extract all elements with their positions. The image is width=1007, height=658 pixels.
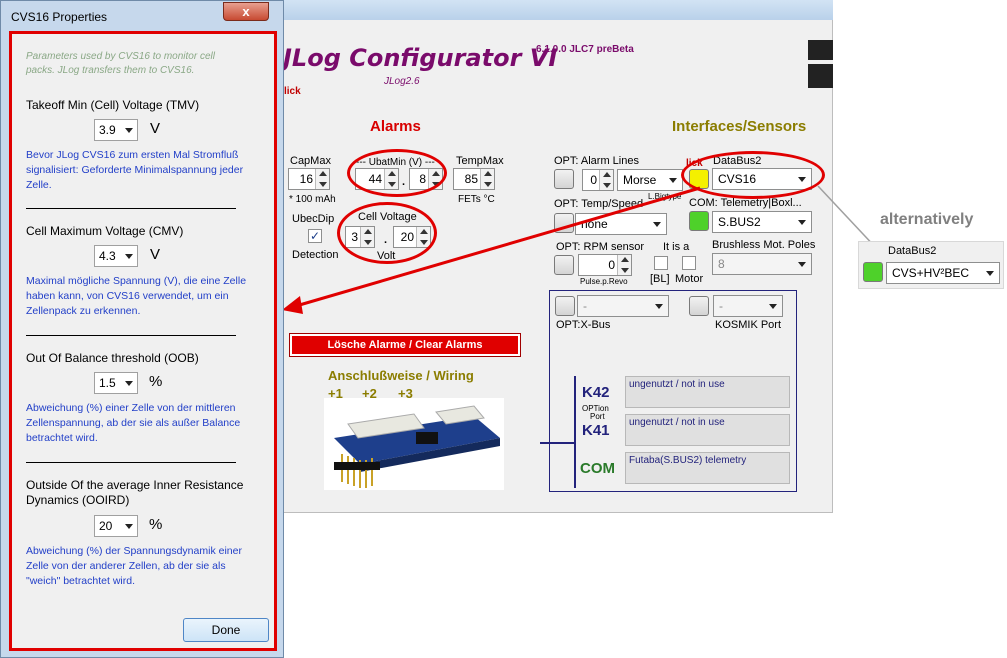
alternative-databus-button[interactable] [863,262,883,282]
oob-description: Abweichung (%) einer Zelle von der mittl… [26,402,241,444]
dialog-panel: Parameters used by CVS16 to monitor cell… [9,31,277,651]
separator [26,335,236,336]
ooird-description: Abweichung (%) der Spannungsdynamik eine… [26,545,242,587]
dialog-title: CVS16 Properties [11,10,108,24]
close-button[interactable]: x [223,2,269,21]
tmv-unit: V [150,120,161,137]
ooird-select[interactable]: 20 [94,515,138,537]
dialog-intro: Parameters used by CVS16 to monitor cell… [26,51,215,76]
cvs16-properties-dialog: CVS16 Properties x Parameters used by CV… [0,0,284,658]
chevron-down-icon [121,246,137,266]
ooird-heading: Outside Of the average Inner Resistance … [26,478,244,507]
done-button[interactable]: Done [183,618,269,642]
cmv-select[interactable]: 4.3 [94,245,138,267]
oob-select[interactable]: 1.5 [94,372,138,394]
tmv-description: Bevor JLog CVS16 zum ersten Mal Stromflu… [26,149,244,191]
separator [26,462,236,463]
chevron-down-icon [121,373,137,393]
chevron-down-icon [981,263,999,283]
tmv-select[interactable]: 3.9 [94,119,138,141]
alternative-databus-label: DataBus2 [888,245,937,257]
chevron-down-icon [121,120,137,140]
cmv-description: Maximal mögliche Spannung (V), die eine … [26,275,247,317]
alternatively-label: alternatively [880,211,974,228]
oob-unit: % [149,373,163,390]
cmv-unit: V [150,246,161,263]
chevron-down-icon [121,516,137,536]
tmv-heading: Takeoff Min (Cell) Voltage (TMV) [26,98,200,112]
separator [26,208,236,209]
cmv-heading: Cell Maximum Voltage (CMV) [26,224,184,238]
oob-heading: Out Of Balance threshold (OOB) [26,351,199,365]
alternative-databus-select[interactable]: CVS+HV²BEC [886,262,1000,284]
ooird-unit: % [149,516,163,533]
